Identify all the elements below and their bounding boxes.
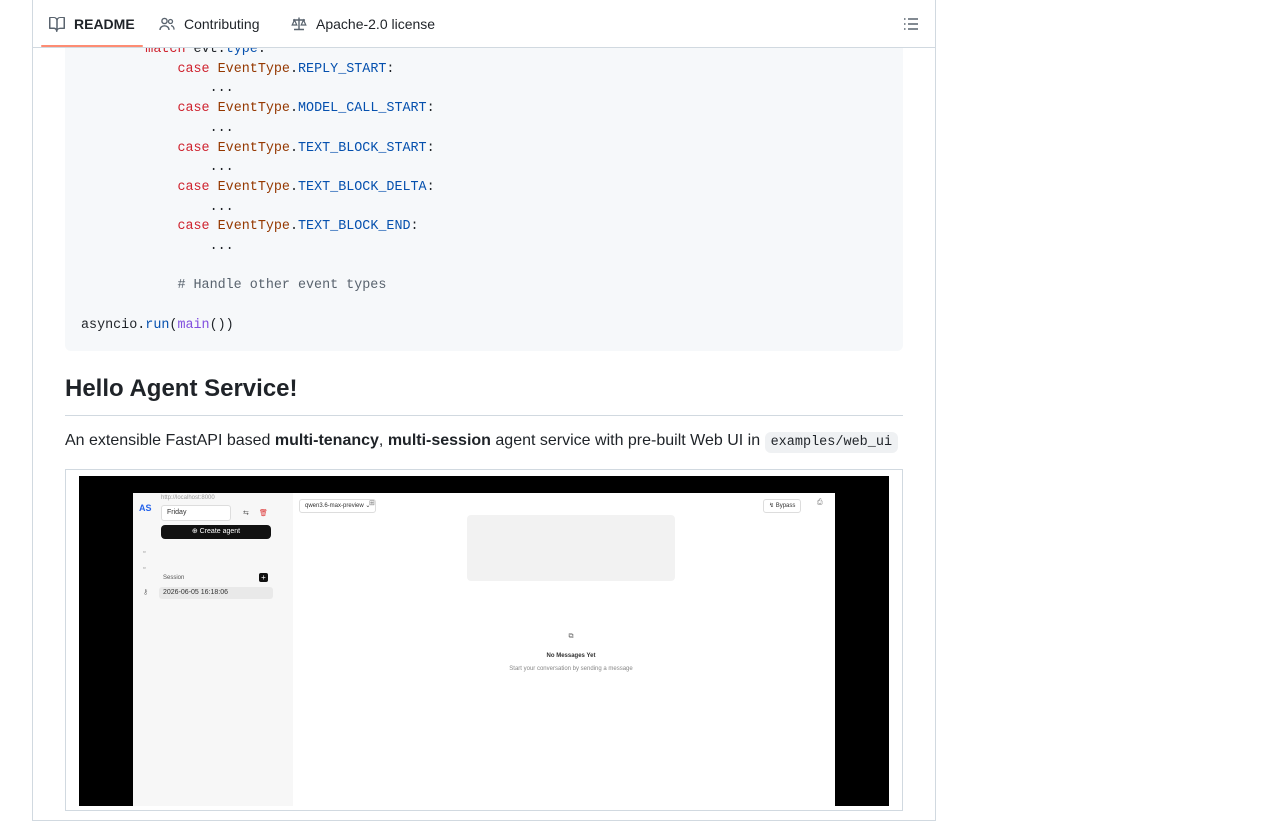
create-agent-button[interactable]: ⊕ Create agent bbox=[161, 525, 271, 539]
readme-panel: README Contributing Apache-2.0 license m… bbox=[32, 0, 936, 821]
people-icon bbox=[159, 17, 175, 30]
app-window: AS http://localhost:8000 Friday ⇆ 🗑 ⊕ Cr… bbox=[133, 493, 835, 806]
readme-tab-bar: README Contributing Apache-2.0 license bbox=[33, 0, 935, 48]
print-icon[interactable]: ⎙ bbox=[817, 499, 823, 507]
nav-icon-a[interactable]: ▫ bbox=[143, 549, 145, 556]
session-label: Session bbox=[163, 575, 185, 581]
chat-bubble-icon: ⧉ bbox=[568, 633, 574, 640]
blurred-panel bbox=[467, 515, 675, 581]
web-ui-screenshot: AS http://localhost:8000 Friday ⇆ 🗑 ⊕ Cr… bbox=[79, 476, 889, 806]
bypass-button[interactable]: ↯ Bypass bbox=[763, 499, 802, 513]
active-tab-indicator bbox=[41, 45, 143, 47]
law-scale-icon bbox=[291, 17, 307, 30]
swap-icon[interactable]: ⇆ bbox=[243, 509, 249, 517]
app-logo-icon: AS bbox=[139, 503, 152, 513]
app-main: qwen3.6-max-preview ⌄ ⊞ ↯ Bypass ⎙ ⧉ No … bbox=[293, 493, 835, 806]
code-text: match evt.type: case EventType.REPLY_STA… bbox=[81, 42, 435, 333]
session-item[interactable]: 2026-06-05 16:18:06 bbox=[159, 587, 273, 599]
nav-icon-b[interactable]: ▫ bbox=[143, 565, 145, 572]
screenshot-image[interactable]: AS http://localhost:8000 Friday ⇆ 🗑 ⊕ Cr… bbox=[65, 469, 903, 811]
outline-list-icon[interactable] bbox=[903, 16, 919, 32]
tab-license-label: Apache-2.0 license bbox=[316, 15, 436, 32]
tab-readme-label: README bbox=[74, 15, 135, 32]
empty-state-subtitle: Start your conversation by sending a mes… bbox=[509, 666, 633, 672]
code-block: match evt.type: case EventType.REPLY_STA… bbox=[65, 20, 903, 351]
intro-paragraph: An extensible FastAPI based multi-tenanc… bbox=[65, 430, 899, 454]
agent-select[interactable]: Friday bbox=[161, 505, 231, 521]
app-sidebar: AS http://localhost:8000 Friday ⇆ 🗑 ⊕ Cr… bbox=[133, 493, 293, 806]
inline-code-path: examples/web_ui bbox=[764, 432, 899, 453]
key-icon[interactable]: ⚷ bbox=[143, 588, 148, 596]
section-heading: Hello Agent Service! bbox=[65, 373, 903, 416]
book-icon bbox=[49, 16, 65, 32]
add-session-icon[interactable]: + bbox=[259, 573, 268, 582]
tab-readme[interactable]: README bbox=[49, 0, 135, 47]
agent-select-value: Friday bbox=[167, 509, 187, 516]
tab-contributing[interactable]: Contributing bbox=[159, 0, 260, 47]
url-text: http://localhost:8000 bbox=[161, 495, 215, 501]
empty-state-title: No Messages Yet bbox=[546, 653, 596, 659]
model-select[interactable]: qwen3.6-max-preview ⌄ bbox=[299, 499, 377, 513]
settings-icon[interactable]: ⊞ bbox=[369, 499, 375, 507]
delete-icon[interactable]: 🗑 bbox=[259, 509, 268, 517]
tab-contributing-label: Contributing bbox=[184, 15, 260, 32]
tab-license[interactable]: Apache-2.0 license bbox=[291, 0, 435, 47]
